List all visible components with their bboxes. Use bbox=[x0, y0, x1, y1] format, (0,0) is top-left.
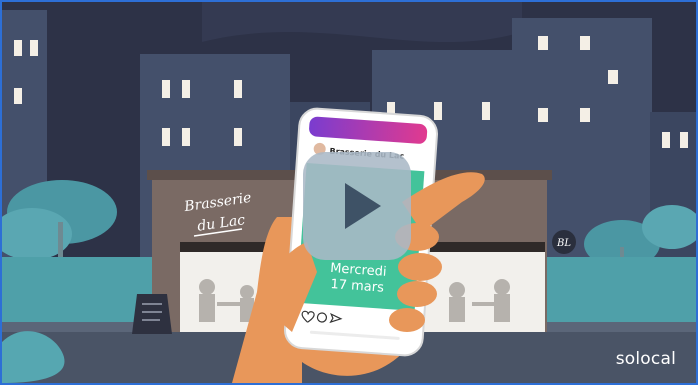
play-icon[interactable] bbox=[345, 183, 381, 229]
video-player[interactable]: Brasserie du Lac BL Mercredi 17 mars sol… bbox=[0, 0, 698, 385]
solocal-logo[interactable]: solocal bbox=[616, 349, 676, 369]
round-badge-text: BL bbox=[556, 238, 571, 249]
menu-board-icon bbox=[132, 294, 172, 334]
play-button[interactable] bbox=[303, 152, 411, 260]
